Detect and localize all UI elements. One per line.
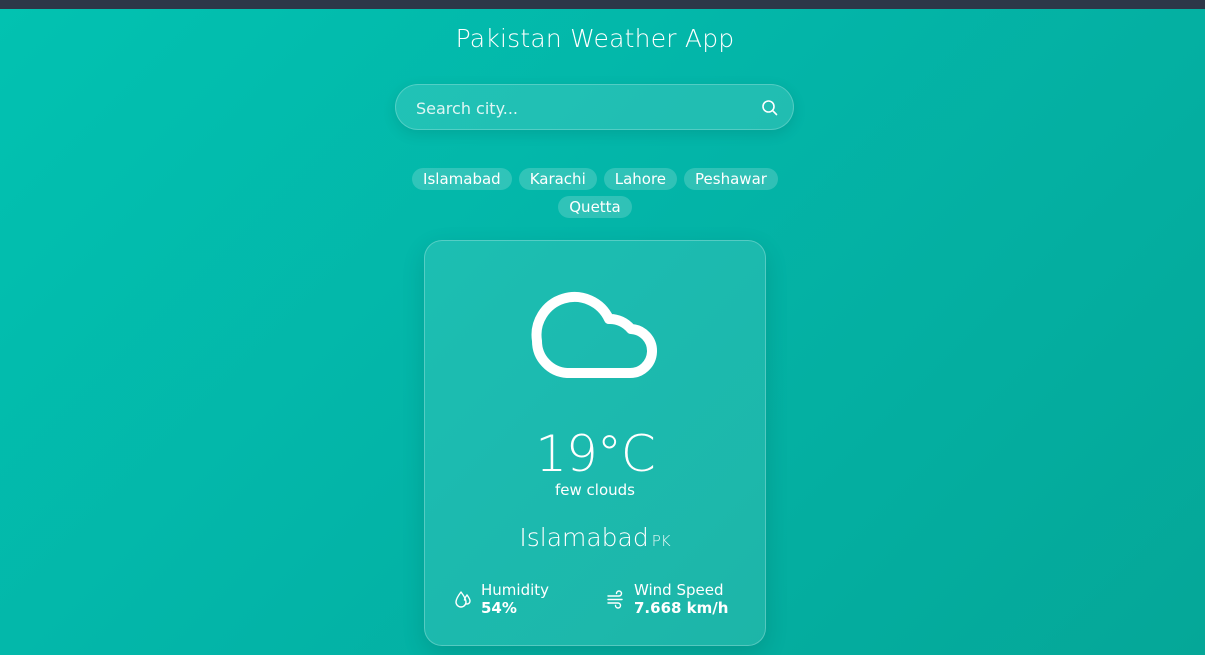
wind-stat: Wind Speed 7.668 km/h bbox=[606, 581, 756, 621]
city-chip-quetta[interactable]: Quetta bbox=[558, 196, 632, 218]
cloud-icon bbox=[527, 281, 663, 381]
country-code: PK bbox=[651, 532, 671, 550]
window-top-bar bbox=[0, 0, 1205, 9]
app-title: Pakistan Weather App bbox=[455, 24, 735, 53]
humidity-value: 54% bbox=[481, 599, 517, 617]
city-chip-lahore[interactable]: Lahore bbox=[603, 168, 678, 190]
humidity-label: Humidity bbox=[481, 581, 550, 599]
humidity-stat: Humidity 54% bbox=[453, 581, 593, 621]
temperature-value: 19°C bbox=[535, 425, 656, 483]
city-chip-list: Islamabad Karachi Lahore Peshawar Quetta bbox=[395, 168, 795, 218]
city-chip-karachi[interactable]: Karachi bbox=[518, 168, 597, 190]
location: Islamabad PK bbox=[425, 523, 765, 552]
search-icon[interactable] bbox=[761, 99, 779, 117]
weather-card: 19°C few clouds Islamabad PK Humidity 54%… bbox=[424, 240, 766, 646]
humidity-icon bbox=[453, 589, 473, 609]
search-box bbox=[395, 84, 794, 131]
wind-value: 7.668 km/h bbox=[634, 599, 729, 617]
weather-description: few clouds bbox=[555, 481, 635, 499]
city-name: Islamabad bbox=[519, 523, 649, 552]
search-input[interactable] bbox=[414, 85, 748, 131]
wind-label: Wind Speed bbox=[634, 581, 724, 599]
city-chip-peshawar[interactable]: Peshawar bbox=[684, 168, 778, 190]
city-chip-islamabad[interactable]: Islamabad bbox=[412, 168, 512, 190]
wind-icon bbox=[606, 589, 626, 609]
